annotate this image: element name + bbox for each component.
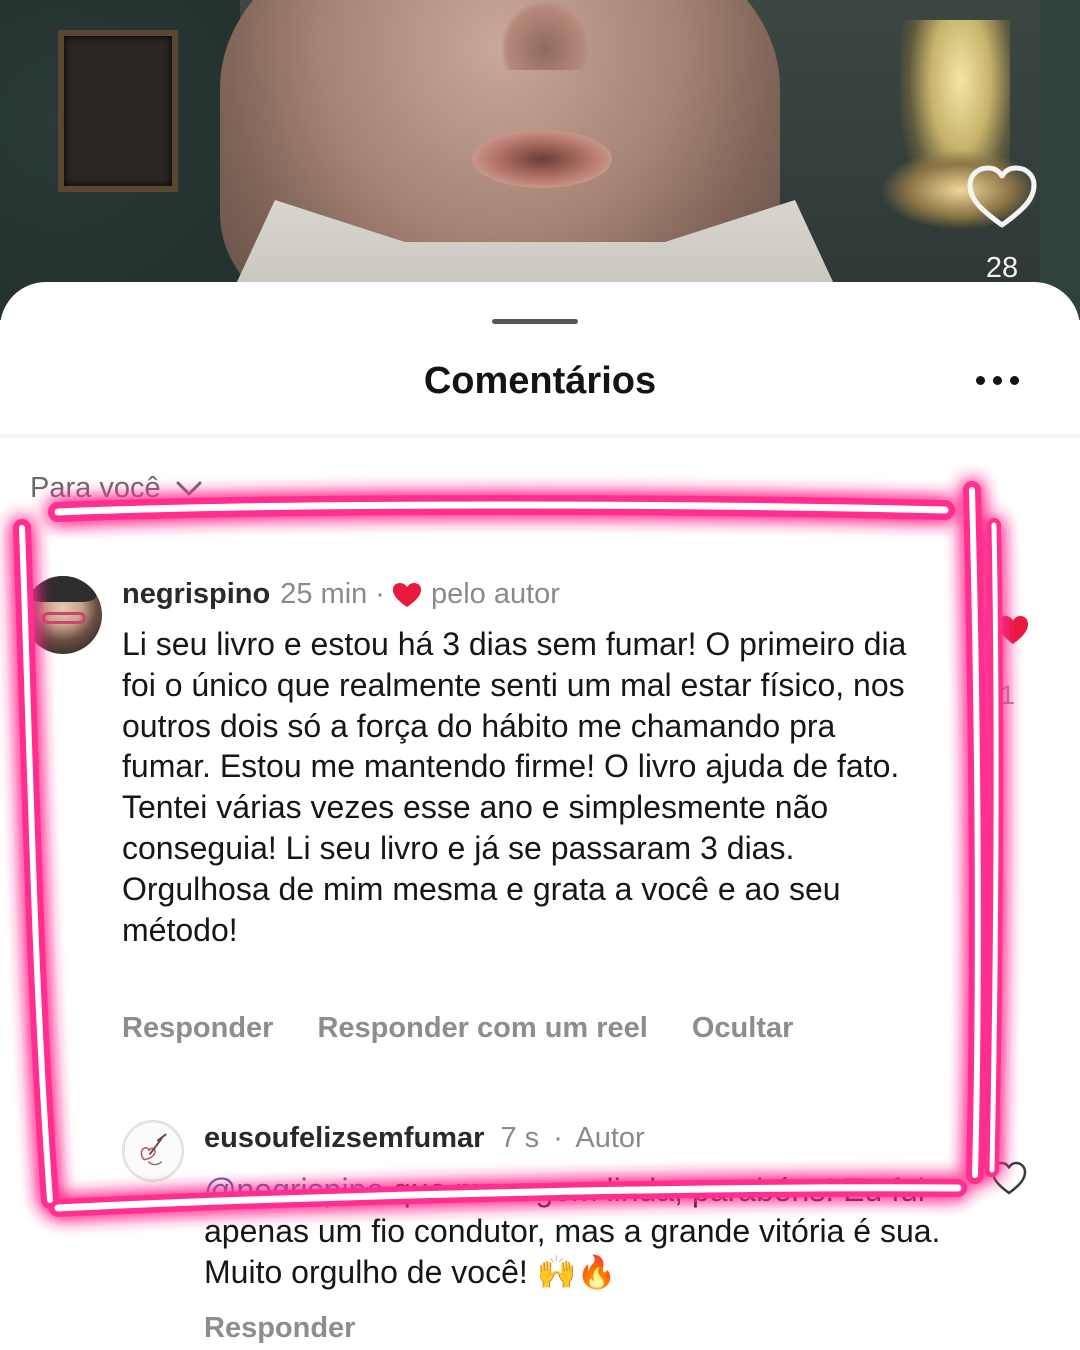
heart-filled-icon: [392, 582, 421, 607]
reply-button[interactable]: Responder: [204, 1312, 355, 1345]
reply-time: 7 s: [500, 1122, 540, 1154]
reply-text: @negrispino que menagem linda, parabéns!…: [204, 1170, 964, 1292]
avatar-glasses: [42, 612, 86, 624]
meta-separator: ·: [375, 578, 385, 610]
comment-filter-dropdown[interactable]: Para você: [30, 472, 203, 505]
speaker-nose: [500, 0, 590, 70]
comment-meta: negrispino 25 min · pelo autor: [122, 578, 560, 611]
video-like-count: 28: [985, 252, 1019, 284]
comment-like-count: 1: [1000, 680, 1016, 710]
heart-outline-icon[interactable]: [966, 165, 1038, 229]
author-badge: Autor: [575, 1122, 645, 1154]
comment-time: 25 min: [280, 578, 368, 610]
avatar-hat: [30, 576, 96, 602]
liked-by-author-label: pelo autor: [430, 578, 560, 610]
hide-button[interactable]: Ocultar: [692, 1012, 794, 1045]
reply-username[interactable]: eusoufelizsemfumar: [204, 1122, 484, 1154]
picture-frame: [58, 30, 178, 192]
more-horizontal-icon[interactable]: [976, 376, 1020, 386]
divider: [0, 434, 1080, 438]
avatar[interactable]: [122, 1120, 184, 1182]
comment-username[interactable]: negrispino: [122, 578, 270, 611]
sheet-title: Comentários: [423, 360, 657, 402]
mention-link[interactable]: @negrispino: [204, 1172, 384, 1208]
reply-button[interactable]: Responder: [122, 1012, 273, 1045]
avatar[interactable]: [24, 576, 102, 654]
reply-with-reel-button[interactable]: Responder com um reel: [317, 1012, 647, 1045]
speaker-mouth: [472, 130, 612, 188]
reply-meta: eusoufelizsemfumar 7 s · Autor: [204, 1122, 645, 1155]
chevron-down-icon: [176, 481, 202, 495]
reel-video[interactable]: [0, 0, 1080, 320]
wall: [1040, 0, 1080, 320]
filter-label: Para você: [30, 472, 161, 504]
comment-text: Li seu livro e estou há 3 dias sem fumar…: [122, 626, 907, 948]
heart-outline-icon[interactable]: [990, 1160, 1028, 1196]
heart-filled-icon[interactable]: [996, 613, 1030, 647]
meta-separator: ·: [553, 1122, 563, 1154]
comment-actions: Responder Responder com um reel Ocultar: [122, 1012, 793, 1045]
sheet-grabber[interactable]: [492, 319, 578, 324]
